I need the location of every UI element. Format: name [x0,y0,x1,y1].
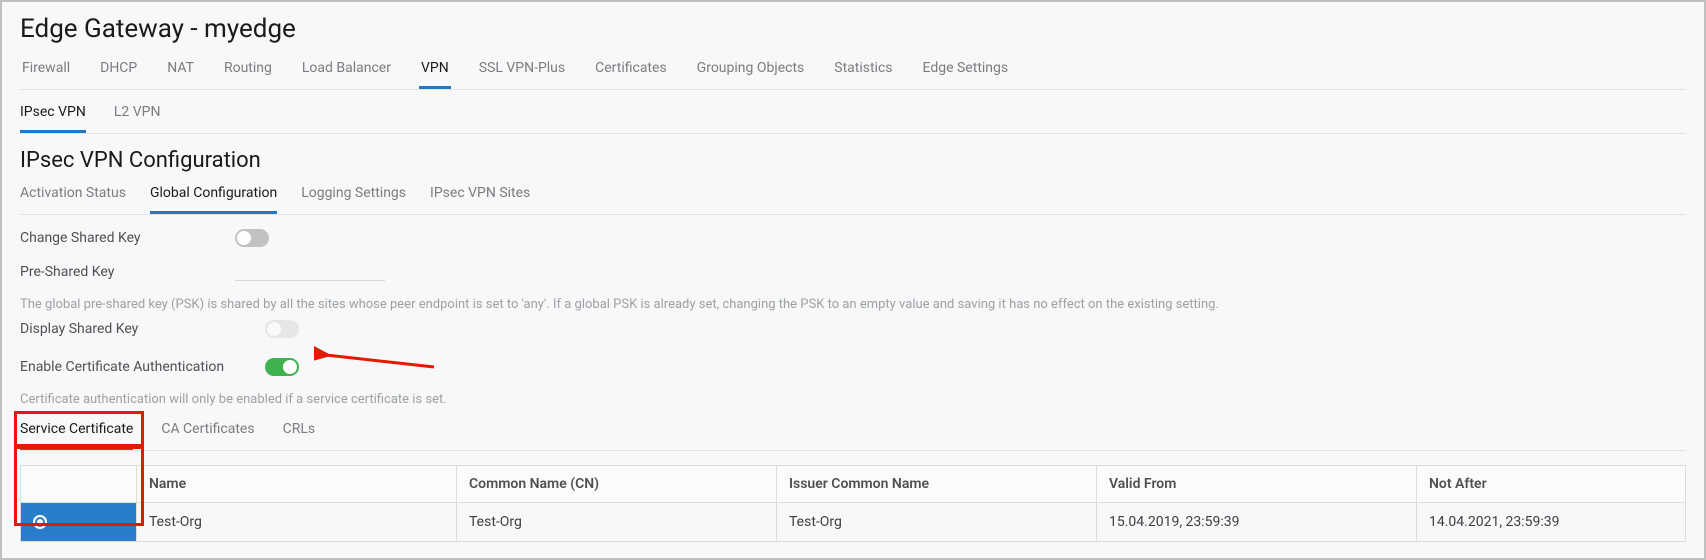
certificate-table: Name Common Name (CN) Issuer Common Name… [20,465,1686,542]
tab-statistics[interactable]: Statistics [832,54,894,89]
col-name[interactable]: Name [137,466,457,503]
cell-issuer: Test-Org [777,503,1097,542]
enable-cert-auth-toggle[interactable] [265,358,299,376]
tab-dhcp[interactable]: DHCP [98,54,139,89]
cert-auth-help-text: Certificate authentication will only be … [20,392,1686,407]
radio-selected-icon[interactable] [33,515,47,529]
psk-help-text: The global pre-shared key (PSK) is share… [20,297,1686,312]
cert-tabs: Service Certificate CA Certificates CRLs [20,415,1686,451]
col-common-name[interactable]: Common Name (CN) [457,466,777,503]
display-shared-key-toggle [265,320,299,338]
table-header-row: Name Common Name (CN) Issuer Common Name… [21,466,1686,503]
cell-cn: Test-Org [457,503,777,542]
tab-edge-settings[interactable]: Edge Settings [921,54,1011,89]
tab-ipsec-vpn-sites[interactable]: IPsec VPN Sites [430,181,530,214]
display-shared-key-label: Display Shared Key [20,321,265,337]
table-row[interactable]: Test-Org Test-Org Test-Org 15.04.2019, 2… [21,503,1686,542]
tab-activation-status[interactable]: Activation Status [20,181,126,214]
tab-l2-vpn[interactable]: L2 VPN [114,100,161,133]
col-issuer[interactable]: Issuer Common Name [777,466,1097,503]
change-shared-key-label: Change Shared Key [20,230,235,246]
cell-name: Test-Org [137,503,457,542]
tab-logging-settings[interactable]: Logging Settings [301,181,406,214]
tab-global-configuration[interactable]: Global Configuration [150,181,277,214]
enable-cert-auth-label: Enable Certificate Authentication [20,359,265,375]
tab-ca-certificates[interactable]: CA Certificates [161,415,254,450]
change-shared-key-toggle[interactable] [235,229,269,247]
tab-grouping-objects[interactable]: Grouping Objects [695,54,807,89]
config-tabs: Activation Status Global Configuration L… [20,181,1686,215]
col-not-after[interactable]: Not After [1417,466,1686,503]
tab-routing[interactable]: Routing [222,54,274,89]
tab-nat[interactable]: NAT [165,54,196,89]
tab-service-certificate[interactable]: Service Certificate [20,415,133,450]
tab-ipsec-vpn[interactable]: IPsec VPN [20,100,86,133]
col-select [21,466,137,503]
page-title: Edge Gateway - myedge [20,14,1686,44]
tab-ssl-vpn-plus[interactable]: SSL VPN-Plus [477,54,567,89]
tab-firewall[interactable]: Firewall [20,54,72,89]
cell-valid-from: 15.04.2019, 23:59:39 [1097,503,1417,542]
pre-shared-key-input[interactable] [235,263,385,281]
tab-certificates[interactable]: Certificates [593,54,669,89]
col-valid-from[interactable]: Valid From [1097,466,1417,503]
cell-not-after: 14.04.2021, 23:59:39 [1417,503,1686,542]
pre-shared-key-label: Pre-Shared Key [20,264,235,280]
section-title: IPsec VPN Configuration [20,148,1686,173]
tab-load-balancer[interactable]: Load Balancer [300,54,393,89]
vpn-sub-tabs: IPsec VPN L2 VPN [20,100,1686,134]
tab-crls[interactable]: CRLs [283,415,316,450]
main-tabs: Firewall DHCP NAT Routing Load Balancer … [20,54,1686,90]
tab-vpn[interactable]: VPN [419,54,451,89]
row-select-cell[interactable] [21,503,137,542]
